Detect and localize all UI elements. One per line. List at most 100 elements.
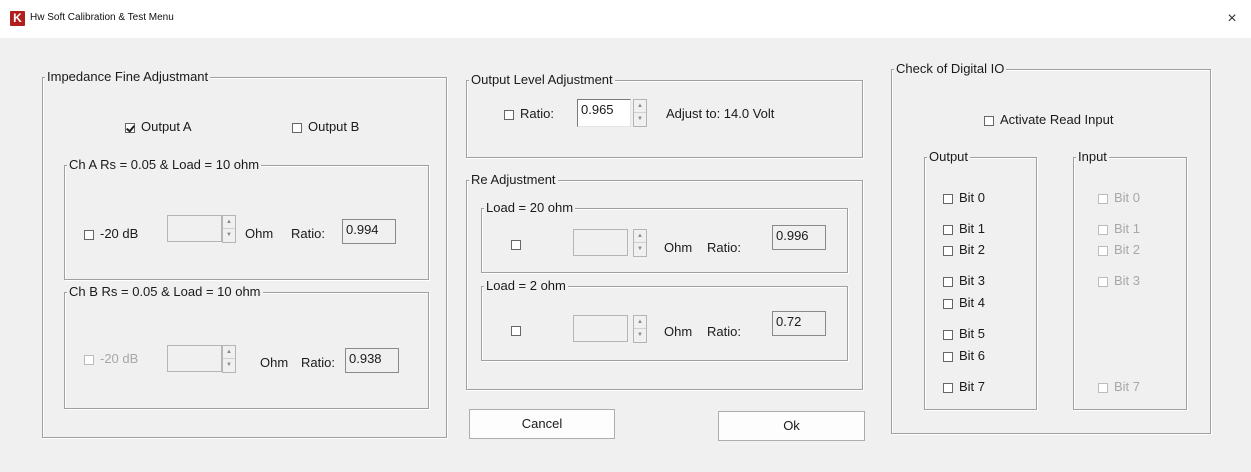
output-bit-1-checkbox[interactable] xyxy=(943,224,953,235)
ch-a-ohm-label: Ohm xyxy=(245,226,274,241)
spin-down-icon[interactable]: ▼ xyxy=(223,359,235,372)
output-bit-2[interactable]: Bit 2 xyxy=(943,242,985,257)
ch-b-ratio-label: Ratio: xyxy=(301,355,335,370)
close-button[interactable]: × xyxy=(1221,8,1243,30)
ch-a-ohm-spinner[interactable]: ▲ ▼ xyxy=(222,215,236,243)
ch-a-db-label: -20 dB xyxy=(100,226,139,241)
load-20-option[interactable] xyxy=(511,236,527,251)
digital-io-group: Check of Digital IO Activate Read Input … xyxy=(891,61,1211,434)
input-bit-0-checkbox[interactable] xyxy=(1098,193,1108,204)
ch-a-db-checkbox[interactable] xyxy=(84,229,94,240)
load-20-checkbox[interactable] xyxy=(511,239,521,250)
input-bit-1[interactable]: Bit 1 xyxy=(1098,221,1140,236)
re-adjustment-title: Re Adjustment xyxy=(469,172,558,188)
spin-up-icon[interactable]: ▲ xyxy=(634,230,646,243)
output-level-ratio-checkbox[interactable] xyxy=(504,109,514,120)
load-2-ratio-label: Ratio: xyxy=(707,324,741,339)
ch-b-db-option[interactable]: -20 dB xyxy=(84,351,138,366)
output-bit-1[interactable]: Bit 1 xyxy=(943,221,985,236)
spin-up-icon[interactable]: ▲ xyxy=(223,216,235,229)
load-2-ohm-spinner[interactable]: ▲ ▼ xyxy=(633,315,647,343)
ok-button[interactable]: Ok xyxy=(718,411,865,441)
ch-b-db-checkbox[interactable] xyxy=(84,354,94,365)
output-bit-4[interactable]: Bit 4 xyxy=(943,295,985,310)
ch-b-ohm-spinner[interactable]: ▲ ▼ xyxy=(222,345,236,373)
activate-read-input-option[interactable]: Activate Read Input xyxy=(984,112,1113,127)
input-bits-group: Input Bit 0 Bit 1 Bit 2 Bit 3 Bit 7 xyxy=(1073,149,1187,410)
output-bit-3-label: Bit 3 xyxy=(959,273,986,288)
impedance-group-title: Impedance Fine Adjustmant xyxy=(45,69,211,85)
output-bit-6-checkbox[interactable] xyxy=(943,351,953,362)
output-bit-4-checkbox[interactable] xyxy=(943,298,953,309)
output-bit-2-checkbox[interactable] xyxy=(943,245,953,256)
input-bit-3-checkbox[interactable] xyxy=(1098,276,1108,287)
ch-b-ratio-value: 0.938 xyxy=(345,348,399,373)
output-bit-0-checkbox[interactable] xyxy=(943,193,953,204)
load-20-ohm-spinner[interactable]: ▲ ▼ xyxy=(633,229,647,257)
load-2-ohm-input[interactable] xyxy=(573,315,628,342)
input-bit-2[interactable]: Bit 2 xyxy=(1098,242,1140,257)
output-bit-5-checkbox[interactable] xyxy=(943,329,953,340)
input-bit-1-checkbox[interactable] xyxy=(1098,224,1108,235)
cancel-button[interactable]: Cancel xyxy=(469,409,615,439)
ch-b-ohm-input[interactable] xyxy=(167,345,222,372)
input-bit-3[interactable]: Bit 3 xyxy=(1098,273,1140,288)
input-bit-0[interactable]: Bit 0 xyxy=(1098,190,1140,205)
output-bit-3[interactable]: Bit 3 xyxy=(943,273,985,288)
load-2-ratio-value: 0.72 xyxy=(772,311,826,336)
load-2-checkbox[interactable] xyxy=(511,325,521,336)
ch-a-db-option[interactable]: -20 dB xyxy=(84,226,138,241)
spin-down-icon[interactable]: ▼ xyxy=(634,243,646,256)
impedance-group: Impedance Fine Adjustmant Output A Outpu… xyxy=(42,69,447,438)
output-a-label: Output A xyxy=(141,119,192,134)
load-20-ohm-input[interactable] xyxy=(573,229,628,256)
output-b-checkbox[interactable] xyxy=(292,122,302,133)
input-bit-0-label: Bit 0 xyxy=(1114,190,1141,205)
spin-down-icon[interactable]: ▼ xyxy=(634,329,646,342)
ch-b-ohm-label: Ohm xyxy=(260,355,289,370)
input-bit-1-label: Bit 1 xyxy=(1114,221,1141,236)
output-a-checkbox[interactable] xyxy=(125,122,135,133)
output-bit-5[interactable]: Bit 5 xyxy=(943,326,985,341)
output-bit-0[interactable]: Bit 0 xyxy=(943,190,985,205)
output-bits-group: Output Bit 0 Bit 1 Bit 2 Bit 3 Bit 4 Bit… xyxy=(924,149,1037,410)
load-20-title: Load = 20 ohm xyxy=(484,200,576,216)
activate-read-input-label: Activate Read Input xyxy=(1000,112,1114,127)
output-level-ratio-option[interactable]: Ratio: xyxy=(504,106,554,121)
app-logo-letter: K xyxy=(13,11,22,25)
output-a-option[interactable]: Output A xyxy=(125,119,192,134)
load-20-ratio-value: 0.996 xyxy=(772,225,826,250)
load-2-option[interactable] xyxy=(511,322,527,337)
activate-read-input-checkbox[interactable] xyxy=(984,115,994,126)
output-bit-6[interactable]: Bit 6 xyxy=(943,348,985,363)
output-bit-7[interactable]: Bit 7 xyxy=(943,379,985,394)
ch-b-group: Ch B Rs = 0.05 & Load = 10 ohm -20 dB ▲ … xyxy=(64,284,429,409)
output-bit-1-label: Bit 1 xyxy=(959,221,986,236)
ch-a-ratio-value: 0.994 xyxy=(342,219,396,244)
output-bits-title: Output xyxy=(927,149,971,165)
output-level-ratio-spinner[interactable]: ▲ ▼ xyxy=(633,99,647,127)
input-bits-title: Input xyxy=(1076,149,1109,165)
output-b-option[interactable]: Output B xyxy=(292,119,359,134)
spin-up-icon[interactable]: ▲ xyxy=(223,346,235,359)
window-title: Hw Soft Calibration & Test Menu xyxy=(30,12,174,23)
input-bit-7-checkbox[interactable] xyxy=(1098,382,1108,393)
spin-up-icon[interactable]: ▲ xyxy=(634,100,646,113)
ch-a-ratio-label: Ratio: xyxy=(291,226,325,241)
re-adjustment-group: Re Adjustment Load = 20 ohm ▲ ▼ Ohm Rati… xyxy=(466,172,863,390)
output-bit-0-label: Bit 0 xyxy=(959,190,986,205)
spin-down-icon[interactable]: ▼ xyxy=(223,229,235,242)
output-level-ratio-input[interactable]: 0.965 xyxy=(577,99,631,127)
ch-a-ohm-input[interactable] xyxy=(167,215,222,242)
input-bit-2-checkbox[interactable] xyxy=(1098,245,1108,256)
spin-down-icon[interactable]: ▼ xyxy=(634,113,646,126)
title-bar: K Hw Soft Calibration & Test Menu × xyxy=(0,0,1251,38)
spin-up-icon[interactable]: ▲ xyxy=(634,316,646,329)
output-bit-3-checkbox[interactable] xyxy=(943,276,953,287)
output-bit-7-checkbox[interactable] xyxy=(943,382,953,393)
input-bit-7[interactable]: Bit 7 xyxy=(1098,379,1140,394)
input-bit-3-label: Bit 3 xyxy=(1114,273,1141,288)
output-bit-6-label: Bit 6 xyxy=(959,348,986,363)
adjust-to-text: Adjust to: 14.0 Volt xyxy=(666,106,775,121)
load-20-ratio-label: Ratio: xyxy=(707,240,741,255)
